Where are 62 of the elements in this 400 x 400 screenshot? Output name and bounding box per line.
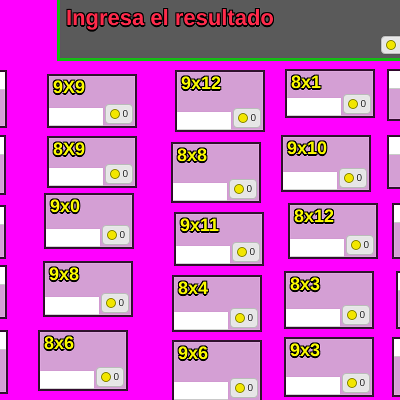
multiplication-label: 8x1 [290, 71, 322, 91]
coin-icon [234, 184, 244, 194]
coin-icon [106, 298, 116, 308]
coin-button[interactable]: 0 [232, 242, 260, 262]
answer-field[interactable] [287, 98, 342, 116]
coin-button[interactable]: 0 [343, 94, 371, 114]
answer-field[interactable] [45, 297, 100, 315]
answer-field[interactable] [286, 377, 340, 395]
coin-button[interactable]: 0 [105, 104, 133, 124]
coin-button[interactable]: 0 [346, 235, 374, 255]
coin-icon [347, 310, 358, 320]
coin-icon [386, 40, 396, 50]
coin-button[interactable]: 0 [101, 293, 129, 313]
answer-field[interactable] [174, 382, 228, 400]
multiplication-label: 8x8 [176, 144, 208, 164]
multiplication-label: 8X9 [52, 138, 86, 158]
coin-button[interactable]: 0 [105, 164, 133, 184]
multiplication-label: 9x10 [286, 137, 328, 157]
multiplication-label: 9x11 [179, 214, 220, 234]
coin-icon [235, 313, 246, 323]
coin-icon [348, 99, 358, 109]
answer-field[interactable] [173, 183, 228, 201]
answer-field[interactable] [40, 371, 94, 389]
coin-button[interactable]: 0 [342, 305, 370, 325]
coin-icon [237, 247, 248, 257]
coin-button[interactable]: 0 [229, 179, 257, 199]
answer-field[interactable] [174, 312, 228, 330]
multiplication-label: 9x6 [177, 342, 210, 362]
coin-button[interactable]: 0 [230, 378, 258, 398]
multiplication-label: 8x12 [293, 205, 336, 225]
multiplication-label: 8x4 [177, 277, 210, 297]
coin-icon [238, 113, 248, 123]
coin-icon [351, 240, 362, 250]
multiplication-label: 9x3 [289, 339, 322, 359]
answer-field[interactable] [290, 239, 344, 257]
multiplication-label: 9X9 [52, 76, 86, 96]
coin-icon [110, 169, 120, 179]
answer-field[interactable] [283, 172, 338, 190]
coin-button[interactable]: 0 [342, 373, 370, 393]
answer-field[interactable] [49, 168, 104, 186]
multiplication-label: 8x3 [289, 273, 322, 293]
answer-field[interactable] [46, 229, 100, 247]
coin-icon [235, 383, 246, 393]
coin-button[interactable]: 0 [230, 308, 258, 328]
coin-icon [107, 230, 118, 240]
coin-button[interactable]: 0 [233, 108, 261, 128]
header-title: Ingresa el resultado [66, 7, 275, 29]
coin-icon [101, 372, 112, 382]
coin-icon [110, 109, 120, 119]
coin-button[interactable]: 0 [102, 225, 130, 245]
answer-field[interactable] [177, 112, 232, 130]
coin-icon [347, 378, 358, 388]
answer-field[interactable] [176, 246, 230, 264]
multiplication-label: 8x6 [43, 332, 76, 352]
answer-field[interactable] [286, 309, 340, 327]
multiplication-label: 9x8 [48, 263, 80, 283]
coin-icon [344, 173, 354, 183]
multiplication-label: 9x12 [180, 72, 222, 92]
coin-button[interactable]: 0 [339, 168, 367, 188]
coin-button[interactable]: 0 [96, 367, 124, 387]
multiplication-label: 9x0 [49, 195, 82, 215]
answer-field[interactable] [49, 108, 104, 126]
